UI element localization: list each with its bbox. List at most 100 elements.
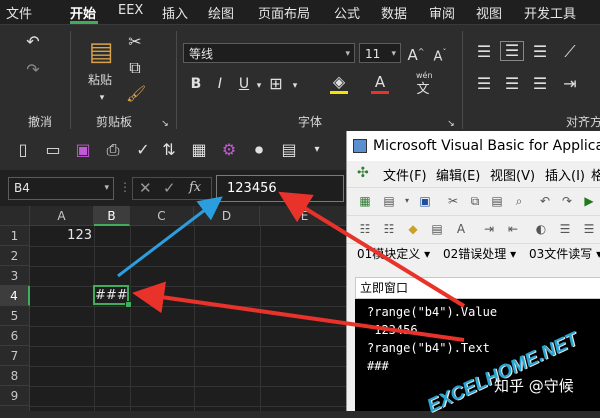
vba-menu-edit[interactable]: 编辑(E) (436, 165, 480, 184)
row-header[interactable]: 3 (0, 266, 30, 286)
sort-icon[interactable]: ⇅ (160, 141, 178, 159)
tab-home[interactable]: 开始 (70, 3, 96, 22)
tab-draw[interactable]: 绘图 (208, 3, 234, 22)
row-header[interactable]: 4 (0, 286, 30, 306)
tab-developer[interactable]: 开发工具 (524, 3, 576, 22)
tab-insert[interactable]: 插入 (162, 3, 188, 22)
drag-handle-icon[interactable]: ⋮ (119, 180, 131, 194)
chevron-down-icon[interactable]: ▾ (96, 89, 108, 107)
insert-module-icon[interactable]: ▤ (381, 193, 397, 209)
column-header[interactable]: B (94, 206, 130, 226)
name-box[interactable]: B4 ▾ (8, 177, 114, 200)
chevron-down-icon[interactable]: ▾ (290, 77, 300, 95)
decrease-font-icon[interactable]: Aˇ (430, 44, 450, 66)
new-file-icon[interactable]: ▯ (14, 141, 32, 159)
row-header[interactable]: 8 (0, 366, 30, 386)
align-bottom-icon[interactable]: ☰ (530, 43, 550, 61)
parameter-info-icon[interactable]: ▤ (429, 221, 445, 237)
print-preview-icon[interactable]: ⎙ (104, 141, 122, 159)
paste-button[interactable]: 粘贴 (88, 71, 112, 88)
row-header[interactable]: 5 (0, 306, 30, 326)
uncomment-block-icon[interactable]: ☰ (581, 221, 597, 237)
align-left-icon[interactable]: ☰ (474, 75, 494, 93)
formula-input[interactable]: 123456 (216, 175, 344, 202)
undo-icon[interactable]: ↶ (537, 193, 553, 209)
increase-font-icon[interactable]: A^ (406, 43, 426, 64)
tab-eex[interactable]: EEX (118, 3, 143, 18)
column-header[interactable]: E (260, 206, 350, 226)
redo-icon[interactable]: ↷ (22, 61, 44, 79)
freeze-panes-icon[interactable]: ▤ (280, 141, 298, 159)
indent-icon[interactable]: ⇥ (481, 221, 497, 237)
save-icon[interactable]: ▣ (74, 141, 92, 159)
copy-icon[interactable]: ⧉ (126, 59, 144, 77)
redo-icon[interactable]: ↷ (559, 193, 575, 209)
cut-icon[interactable]: ✂ (126, 33, 144, 51)
tab-page-layout[interactable]: 页面布局 (258, 3, 310, 22)
calendar-icon[interactable]: ▦ (190, 141, 208, 159)
orientation-icon[interactable]: ⟋ (560, 43, 580, 61)
view-excel-icon[interactable]: ▦ (357, 193, 373, 209)
module-tab[interactable]: 03文件读写 ▾ (529, 245, 600, 262)
align-center-icon[interactable]: ☰ (502, 75, 522, 93)
borders-icon[interactable]: ⊞ (268, 75, 284, 93)
row-header[interactable]: 10 (0, 406, 30, 411)
select-all-corner[interactable] (0, 206, 30, 226)
tab-data[interactable]: 数据 (381, 3, 407, 22)
module-tab[interactable]: 01模块定义 ▾ (357, 245, 430, 262)
cell-b4-selected[interactable]: ### (93, 285, 129, 305)
cell-a1[interactable]: 123 (30, 226, 92, 246)
copy-icon[interactable]: ⧉ (467, 193, 483, 209)
list-members-icon[interactable]: ☷ (357, 221, 373, 237)
font-name-select[interactable]: 等线 ▾ (183, 43, 355, 63)
chevron-down-icon[interactable]: ▾ (254, 77, 264, 95)
row-header[interactable]: 6 (0, 326, 30, 346)
indent-icon[interactable]: ⇥ (560, 75, 580, 93)
open-file-icon[interactable]: ▭ (44, 141, 62, 159)
tab-review[interactable]: 审阅 (429, 3, 455, 22)
font-size-select[interactable]: 11 ▾ (359, 43, 401, 63)
phonetic-icon[interactable]: 文 (414, 81, 432, 99)
cut-icon[interactable]: ✂ (445, 193, 461, 209)
chevron-down-icon[interactable]: ▾ (399, 193, 415, 209)
fill-color-icon[interactable]: ◈ (330, 73, 348, 91)
macro-icon[interactable]: ⚙ (220, 141, 238, 159)
spellcheck-icon[interactable]: ✓ (134, 141, 152, 159)
outdent-icon[interactable]: ⇤ (505, 221, 521, 237)
paste-icon[interactable]: ▤ (489, 193, 505, 209)
font-color-icon[interactable]: A (371, 73, 389, 91)
module-tab[interactable]: 02错误处理 ▾ (443, 245, 516, 262)
vba-menu-file[interactable]: 文件(F) (383, 165, 427, 184)
underline-icon[interactable]: U (236, 75, 252, 93)
format-painter-icon[interactable]: 🖌 (126, 85, 146, 103)
comment-block-icon[interactable]: ☰ (557, 221, 573, 237)
vba-menu-format[interactable]: 格 (591, 165, 600, 184)
italic-icon[interactable]: I (212, 75, 228, 93)
tab-formulas[interactable]: 公式 (334, 3, 360, 22)
fill-handle[interactable] (125, 301, 132, 308)
undo-icon[interactable]: ↶ (22, 33, 44, 51)
align-right-icon[interactable]: ☰ (530, 75, 550, 93)
tab-file[interactable]: 文件 (6, 3, 32, 22)
chevron-down-icon[interactable]: ▾ (310, 141, 324, 159)
cancel-icon[interactable]: ✕ (139, 179, 152, 197)
save-icon[interactable]: ▣ (417, 193, 433, 209)
excel-icon[interactable]: ✣ (357, 165, 369, 181)
toggle-breakpoint-icon[interactable]: ◐ (533, 221, 549, 237)
paste-icon[interactable]: ▤ (86, 35, 116, 69)
tab-view[interactable]: 视图 (476, 3, 502, 22)
row-header[interactable]: 2 (0, 246, 30, 266)
vba-menu-view[interactable]: 视图(V) (490, 165, 535, 184)
column-header[interactable]: C (130, 206, 194, 226)
confirm-icon[interactable]: ✓ (163, 179, 176, 197)
vba-menu-insert[interactable]: 插入(I) (545, 165, 585, 184)
column-header[interactable]: D (194, 206, 260, 226)
quick-info-icon[interactable]: ◆ (405, 221, 421, 237)
row-header[interactable]: 7 (0, 346, 30, 366)
column-header[interactable]: A (30, 206, 94, 226)
list-constants-icon[interactable]: ☷ (381, 221, 397, 237)
align-middle-icon[interactable]: ☰ (500, 41, 524, 61)
row-header[interactable]: 9 (0, 386, 30, 406)
complete-word-icon[interactable]: A (453, 221, 469, 237)
align-top-icon[interactable]: ☰ (474, 43, 494, 61)
